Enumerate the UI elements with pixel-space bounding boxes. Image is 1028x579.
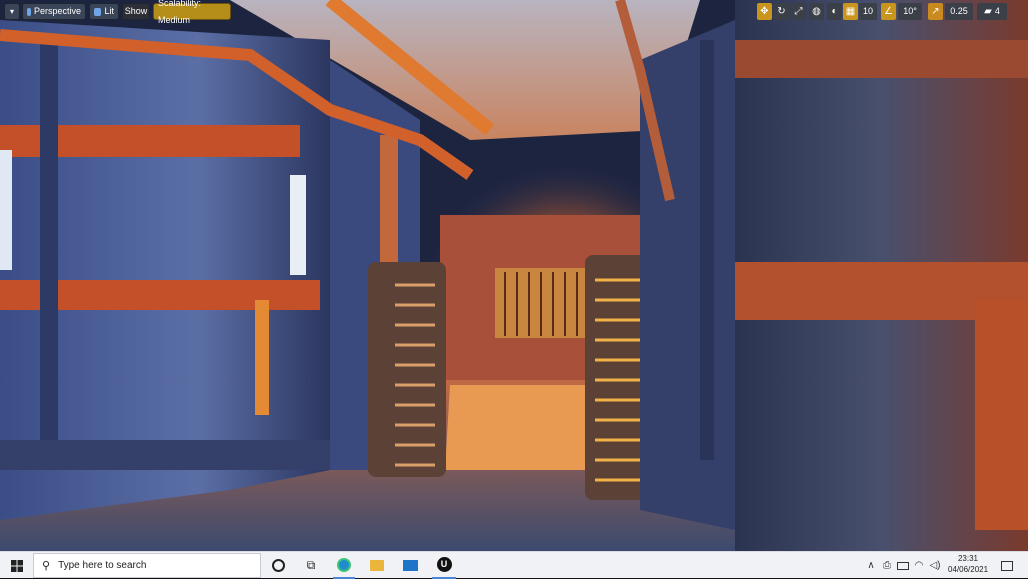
level-viewport[interactable]: ▾ Perspective Lit Show Scalability: Medi…: [0, 0, 1028, 551]
taskbar-file-explorer[interactable]: [366, 552, 388, 579]
clock-time: 23:31: [957, 554, 979, 563]
speaker-icon: ◁): [929, 560, 941, 571]
taskbar-unreal-engine[interactable]: U: [432, 552, 456, 579]
surface-snap-icon: ◐: [831, 6, 838, 17]
tray-app-button[interactable]: ⎙: [880, 552, 894, 579]
lit-sphere-icon: [94, 7, 102, 16]
grid-icon: ▦: [845, 6, 856, 17]
show-hidden-icons-button[interactable]: ∧: [864, 552, 878, 579]
notifications-button[interactable]: [998, 552, 1016, 579]
surface-snapping-button[interactable]: ◐: [827, 3, 842, 20]
perspective-label: Perspective: [33, 6, 81, 16]
scene-render: [0, 0, 1028, 551]
scale-snap-value[interactable]: 0.25: [945, 3, 973, 20]
battery-icon: [897, 561, 909, 570]
mail-icon: [402, 560, 418, 571]
rotate-icon: ↻: [777, 6, 786, 17]
globe-icon: ◍: [812, 6, 821, 17]
wifi-icon: ◠: [914, 560, 924, 571]
scale-arrow-icon: ↗: [931, 6, 940, 17]
cortana-button[interactable]: [267, 552, 289, 579]
show-button[interactable]: Show: [122, 3, 150, 20]
camera-speed-button[interactable]: ▰ 4: [977, 3, 1007, 20]
cortana-icon: [271, 559, 285, 572]
show-label: Show: [124, 6, 148, 16]
windows-logo-icon: [11, 559, 23, 572]
edge-icon: [337, 557, 351, 572]
chevron-down-icon: ▾: [9, 7, 14, 16]
unreal-engine-icon: U: [436, 557, 452, 572]
volume-button[interactable]: ◁): [928, 552, 942, 579]
grid-snap-toggle[interactable]: ▦: [843, 3, 858, 20]
file-explorer-icon: [370, 560, 384, 571]
taskbar-clock[interactable]: 23:31 04/06/2021: [948, 553, 988, 575]
search-placeholder: Type here to search: [58, 560, 147, 571]
move-icon: ✥: [760, 6, 769, 17]
network-button[interactable]: ◠: [912, 552, 926, 579]
camera-speed-value: 4: [994, 6, 1000, 16]
rotation-snap-toggle[interactable]: ∠: [881, 3, 896, 20]
rotation-snap-value[interactable]: 10°: [898, 3, 922, 20]
lit-label: Lit: [104, 6, 114, 16]
angle-icon: ∠: [884, 6, 893, 17]
scale-mode-button[interactable]: ⤢: [791, 3, 806, 20]
scalability-warning-button[interactable]: Scalability: Medium: [153, 0, 231, 25]
grid-snap-value[interactable]: 10: [859, 3, 877, 20]
notification-icon: [1001, 560, 1013, 571]
camera-icon: [27, 7, 31, 16]
task-view-button[interactable]: ⧉: [300, 552, 322, 579]
clock-date: 04/06/2021: [948, 565, 989, 574]
taskbar-mail[interactable]: [399, 552, 421, 579]
coordinate-system-button[interactable]: ◍: [809, 3, 824, 20]
perspective-button[interactable]: Perspective: [22, 3, 86, 20]
viewport-options-menu[interactable]: ▾: [4, 3, 20, 20]
scalability-label: Scalability: Medium: [158, 0, 202, 25]
start-button[interactable]: [5, 552, 29, 579]
view-mode-button[interactable]: Lit: [89, 3, 119, 20]
chevron-up-icon: ∧: [867, 560, 875, 571]
translate-mode-button[interactable]: ✥: [757, 3, 772, 20]
scale-snap-toggle[interactable]: ↗: [928, 3, 943, 20]
scale-icon: ⤢: [794, 6, 803, 17]
camera-speed-icon: ▰: [984, 6, 992, 17]
search-icon: ⚲: [42, 560, 51, 572]
taskbar-edge[interactable]: [333, 552, 355, 579]
rotate-mode-button[interactable]: ↻: [774, 3, 789, 20]
task-view-icon: ⧉: [306, 558, 316, 572]
windows-taskbar: ⚲ Type here to search ⧉ U ∧ ⎙ ◠ ◁) 23:31…: [0, 551, 1028, 579]
device-icon: ⎙: [883, 560, 891, 571]
battery-button[interactable]: [896, 552, 910, 579]
taskbar-search-box[interactable]: ⚲ Type here to search: [33, 553, 261, 578]
